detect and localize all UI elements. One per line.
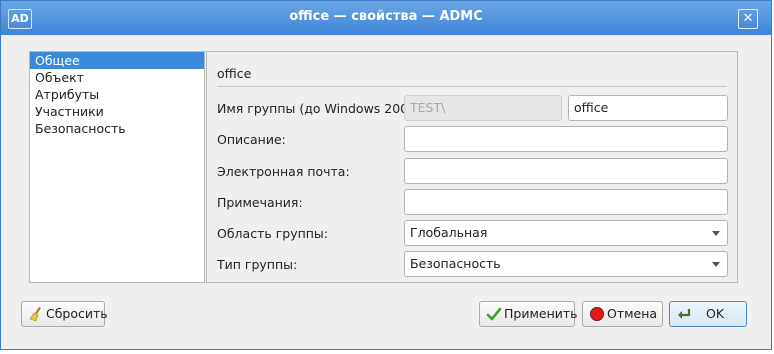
tab-members[interactable]: Участники — [30, 103, 204, 120]
divider — [217, 86, 727, 87]
group-name-label: Имя группы (до Windows 2000): — [217, 101, 426, 116]
description-field[interactable] — [404, 126, 728, 152]
group-name-field[interactable]: office — [568, 95, 728, 121]
email-field[interactable] — [404, 158, 728, 184]
general-panel: office Имя группы (до Windows 2000): TES… — [206, 51, 738, 283]
group-scope-label: Область группы: — [217, 226, 329, 241]
tab-security[interactable]: Безопасность — [30, 120, 204, 137]
reset-label: Сбросить — [46, 306, 108, 321]
ok-button[interactable]: OK — [669, 301, 747, 327]
dropdown-arrow-icon — [712, 262, 720, 267]
notes-label: Примечания: — [217, 195, 303, 210]
ok-label: OK — [706, 306, 725, 321]
object-name: office — [217, 66, 252, 81]
dropdown-arrow-icon — [712, 231, 720, 236]
email-label: Электронная почта: — [217, 164, 350, 179]
tab-general[interactable]: Общее — [30, 52, 204, 69]
tab-object[interactable]: Объект — [30, 69, 204, 86]
reset-button[interactable]: Сбросить — [21, 301, 108, 327]
description-label: Описание: — [217, 132, 286, 147]
cancel-label: Отмена — [607, 306, 658, 321]
group-type-label: Тип группы: — [217, 257, 298, 272]
group-type-select[interactable]: Безопасность — [404, 251, 728, 277]
checkmark-icon — [486, 307, 502, 321]
close-button[interactable]: ✕ — [738, 9, 758, 29]
apply-button[interactable]: Применить — [479, 301, 578, 327]
stop-icon — [590, 307, 604, 321]
enter-arrow-icon — [678, 309, 691, 319]
tab-attributes[interactable]: Атрибуты — [30, 86, 204, 103]
cancel-button[interactable]: Отмена — [582, 301, 663, 327]
group-scope-select[interactable]: Глобальная — [404, 220, 728, 246]
properties-dialog: AD office — свойства — ADMC ✕ Общее Объе… — [0, 0, 772, 350]
apply-label: Применить — [504, 306, 578, 321]
tab-list: Общее Объект Атрибуты Участники Безопасн… — [29, 51, 205, 283]
broom-icon — [29, 307, 41, 322]
title-bar[interactable]: AD office — свойства — ADMC ✕ — [1, 1, 771, 35]
domain-prefix-field: TEST\ — [404, 95, 562, 121]
group-type-value: Безопасность — [410, 256, 501, 271]
group-scope-value: Глобальная — [410, 225, 488, 240]
notes-field[interactable] — [404, 189, 728, 215]
window-title: office — свойства — ADMC — [289, 9, 483, 24]
